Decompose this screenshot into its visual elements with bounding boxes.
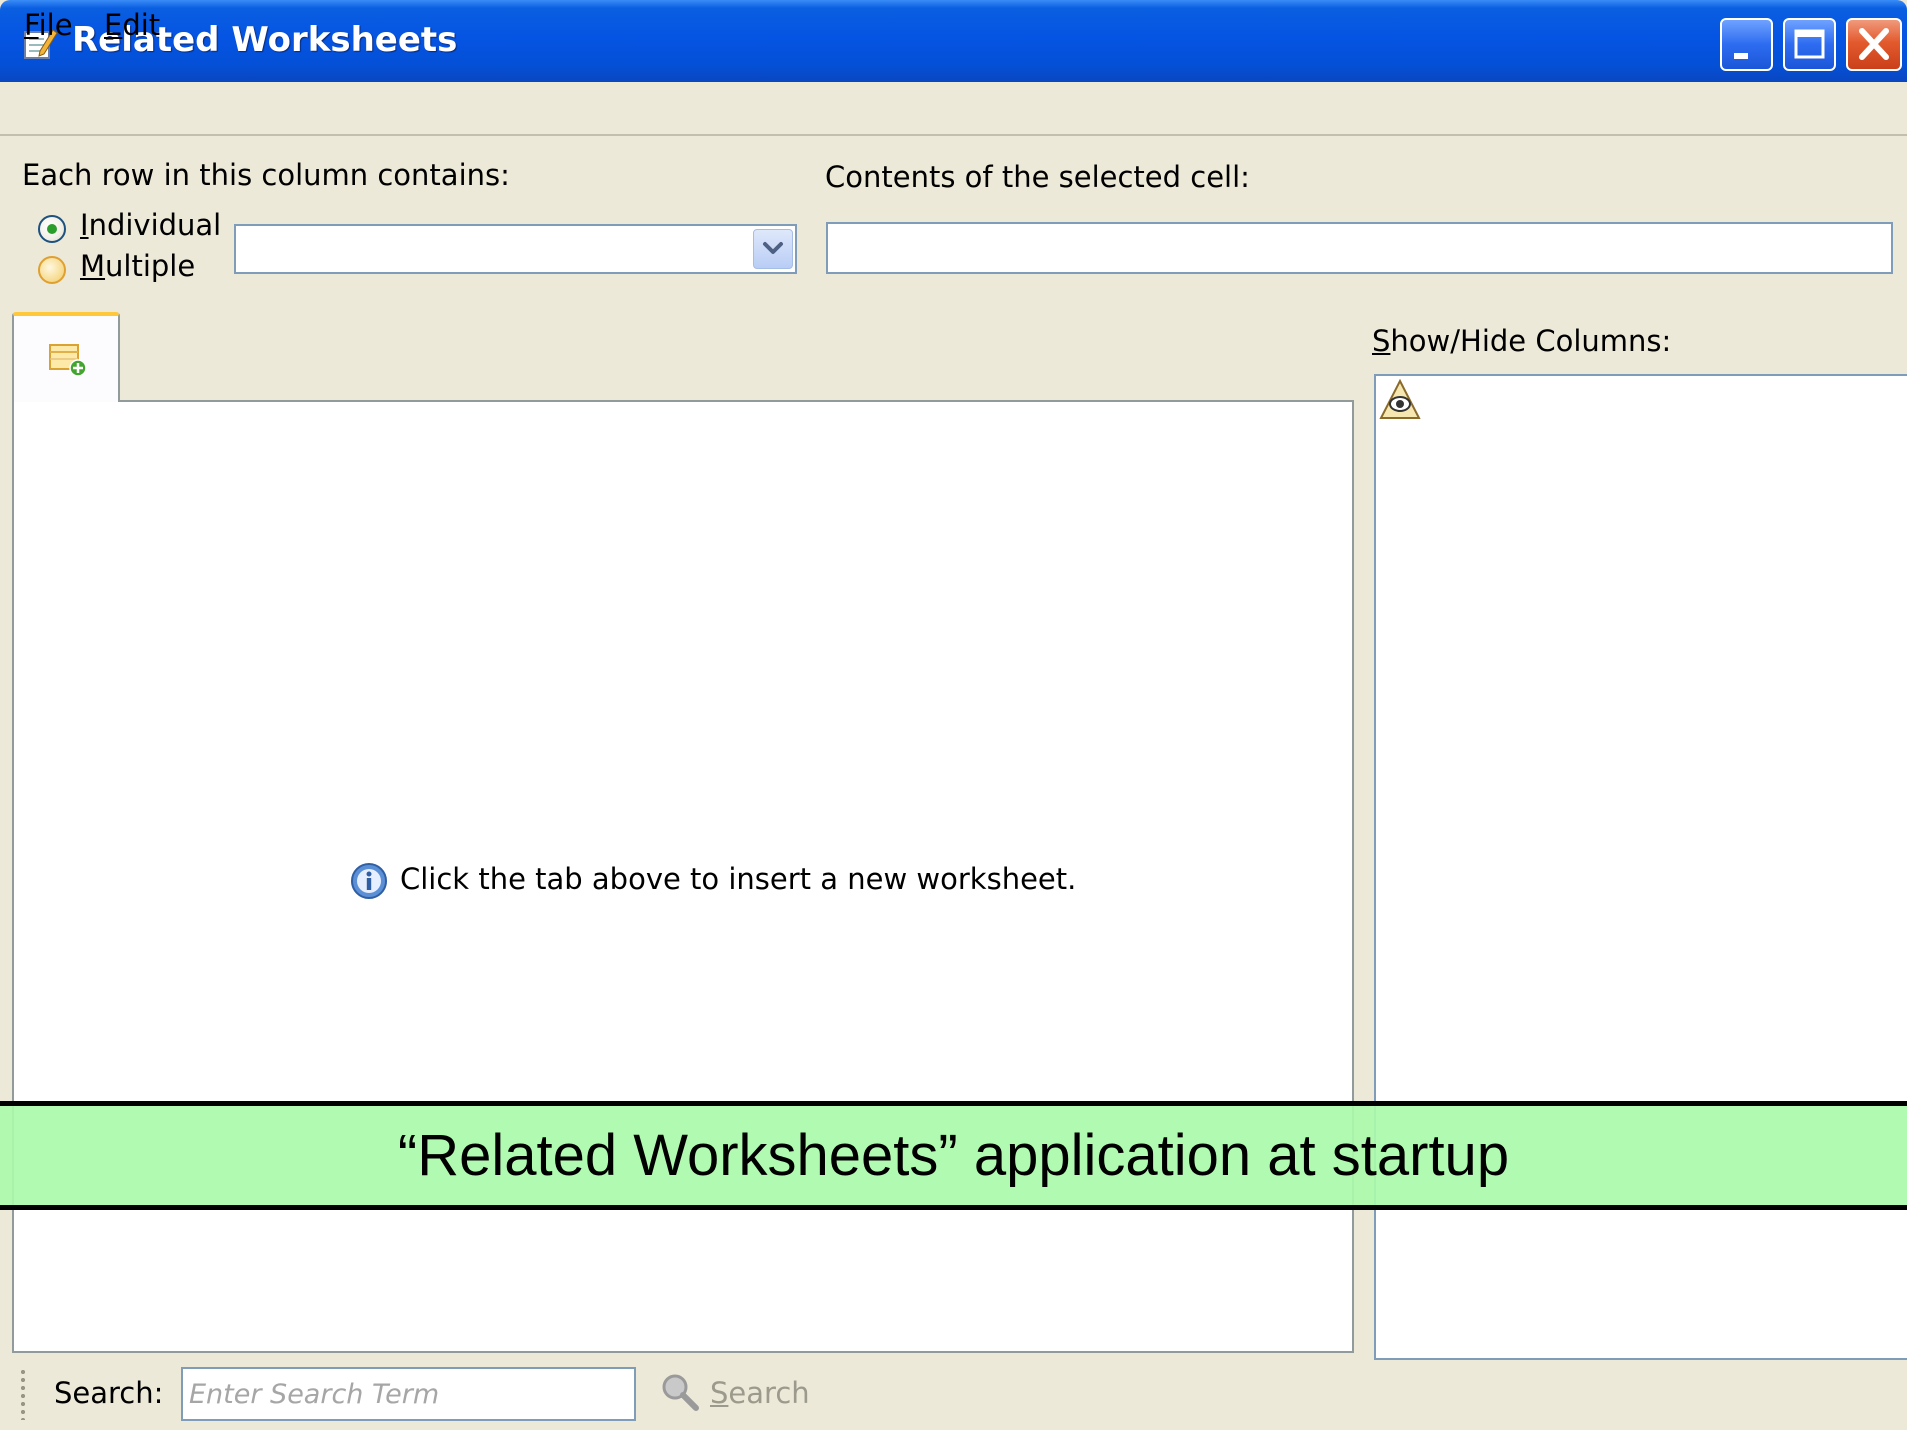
show-hide-label-text: how/Hide Columns: xyxy=(1390,324,1672,358)
search-icon[interactable] xyxy=(660,1372,700,1412)
insert-worksheet-hint: Click the tab above to insert a new work… xyxy=(400,862,1077,896)
menu-edit-mnemonic: E xyxy=(104,8,123,42)
eye-icon[interactable] xyxy=(1378,378,1422,422)
cell-contents-field[interactable] xyxy=(826,222,1893,274)
search-label: Search: xyxy=(54,1376,164,1410)
menu-edit[interactable]: Edit xyxy=(98,6,166,44)
maximize-icon xyxy=(1794,29,1825,59)
multiple-label-text: ultiple xyxy=(105,249,196,283)
menu-bar xyxy=(0,82,1907,136)
minimize-icon xyxy=(1734,53,1748,59)
multiple-radio-label[interactable]: Multiple xyxy=(80,249,195,283)
maximize-button[interactable] xyxy=(1783,18,1836,71)
menu-file-label: ile xyxy=(38,8,73,42)
minimize-button[interactable] xyxy=(1720,18,1773,71)
tab-strip-border xyxy=(120,400,1354,402)
caption-banner: “Related Worksheets” application at star… xyxy=(0,1101,1907,1210)
info-icon xyxy=(351,863,387,899)
search-input[interactable] xyxy=(181,1367,636,1421)
search-button-label: earch xyxy=(728,1376,810,1410)
columns-list[interactable] xyxy=(1374,374,1907,1360)
close-icon xyxy=(1859,28,1889,60)
radio-selected-dot xyxy=(47,224,57,234)
dropdown-button[interactable] xyxy=(753,229,793,269)
toolbar-grip[interactable] xyxy=(20,1368,26,1420)
tab-insert-worksheet[interactable] xyxy=(12,312,120,402)
show-hide-mnemonic: S xyxy=(1372,324,1391,358)
cell-contents-label: Contents of the selected cell: xyxy=(825,160,1250,194)
chevron-down-icon xyxy=(763,242,783,254)
individual-mnemonic: I xyxy=(80,208,89,242)
new-worksheet-icon xyxy=(49,344,87,377)
close-button[interactable] xyxy=(1846,18,1902,71)
row-contents-label: Each row in this column contains: xyxy=(22,158,510,192)
search-button-mnemonic: S xyxy=(710,1376,729,1410)
search-button[interactable]: Search xyxy=(710,1376,810,1410)
individual-label-text: ndividual xyxy=(88,208,222,242)
multiple-mnemonic: M xyxy=(80,249,106,283)
column-type-dropdown[interactable] xyxy=(234,224,797,274)
show-hide-columns-label: Show/Hide Columns: xyxy=(1372,324,1671,358)
multiple-radio[interactable] xyxy=(38,256,66,284)
menu-edit-label: dit xyxy=(122,8,161,42)
individual-radio[interactable] xyxy=(38,215,66,243)
menu-file-mnemonic: F xyxy=(24,8,39,42)
menu-file[interactable]: File xyxy=(18,6,79,44)
individual-radio-label[interactable]: Individual xyxy=(80,208,221,242)
